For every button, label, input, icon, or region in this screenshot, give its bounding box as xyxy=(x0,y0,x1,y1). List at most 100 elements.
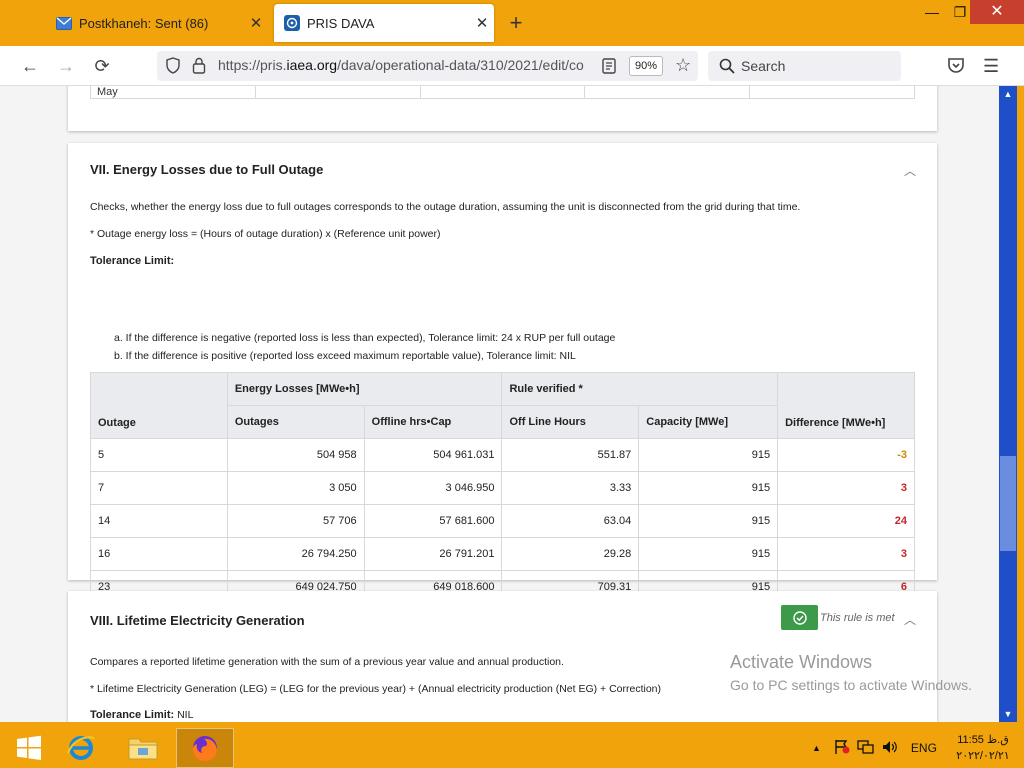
address-bar[interactable]: https://pris.iaea.org/dava/operational-d… xyxy=(157,51,698,81)
tolerance-label: Tolerance Limit: xyxy=(90,709,175,721)
table-cell-outages: 26 794.250 xyxy=(226,537,365,571)
iaea-logo-icon xyxy=(284,15,300,31)
minimize-button[interactable]: — xyxy=(918,0,946,24)
energy-losses-table: Outage Energy Losses [MWe•h] Rule verifi… xyxy=(90,372,915,604)
table-cell-capacity: 915 xyxy=(638,471,779,505)
section-description: Compares a reported lifetime generation … xyxy=(90,656,564,668)
window-close-button[interactable]: ✕ xyxy=(970,0,1024,24)
mail-icon xyxy=(56,15,72,31)
table-cell-capacity: 915 xyxy=(638,438,779,472)
reload-icon[interactable]: ⟳ xyxy=(89,54,115,78)
table-cell-outages: 504 958 xyxy=(226,438,365,472)
rule-met-badge xyxy=(781,605,818,630)
table-cell-outages: 57 706 xyxy=(226,504,365,538)
table-cell-outages: 3 050 xyxy=(226,471,365,505)
search-placeholder: Search xyxy=(741,58,786,74)
firefox-button[interactable] xyxy=(176,728,234,768)
tab-label: Postkhaneh: Sent (86) xyxy=(79,15,209,31)
internet-explorer-button[interactable] xyxy=(52,728,110,768)
bookmark-star-icon[interactable]: ☆ xyxy=(675,55,691,76)
table-cell-offline: 3 046.950 xyxy=(363,471,503,505)
time-text: ق.ظ 11:55 xyxy=(957,734,1009,746)
shield-icon[interactable] xyxy=(165,57,181,79)
table-cell: May xyxy=(90,86,256,99)
flag-icon[interactable] xyxy=(833,739,851,758)
group-header-rule-verified: Rule verified * xyxy=(501,372,779,406)
zoom-level-indicator[interactable]: 90% xyxy=(629,56,663,76)
lock-icon[interactable] xyxy=(192,57,206,79)
url-path: /dava/operational-data/310/2021/edit/co xyxy=(337,57,584,73)
column-header-offline-hours: Off Line Hours xyxy=(501,405,640,439)
table-cell-difference: -3 xyxy=(777,438,915,472)
firefox-icon xyxy=(192,736,217,762)
column-header-difference: Difference [MWe•h] xyxy=(777,372,915,439)
table-cell xyxy=(254,86,421,99)
table-cell-capacity: 915 xyxy=(638,504,779,538)
section-description: Checks, whether the energy loss due to f… xyxy=(90,201,801,213)
close-icon[interactable]: ✕ xyxy=(470,14,494,32)
table-cell-difference: 24 xyxy=(777,504,915,538)
scrollbar-thumb[interactable] xyxy=(1000,456,1016,551)
tab-postkhaneh[interactable]: Postkhaneh: Sent (86) ✕ xyxy=(46,4,268,42)
table-cell-difference: 3 xyxy=(777,471,915,505)
pocket-icon[interactable] xyxy=(947,57,965,79)
section-energy-losses-card: VII. Energy Losses due to Full Outage ︿ … xyxy=(68,143,937,604)
back-arrow-icon[interactable]: ← xyxy=(17,54,43,78)
previous-table: May xyxy=(90,86,915,99)
chevron-up-icon[interactable]: ︿ xyxy=(904,611,916,628)
table-cell-offhours: 29.28 xyxy=(501,537,640,571)
table-header-row: Outage Energy Losses [MWe•h] Rule verifi… xyxy=(90,372,915,439)
page-content: May VII. Energy Losses due to Full Outag… xyxy=(0,86,999,722)
tolerance-list: a. If the difference is negative (report… xyxy=(114,329,615,365)
windows-logo-icon xyxy=(17,735,41,760)
scroll-up-arrow-icon[interactable]: ▲ xyxy=(999,86,1017,102)
table-cell-offline: 26 791.201 xyxy=(363,537,503,571)
url-text[interactable]: https://pris.iaea.org/dava/operational-d… xyxy=(218,57,590,73)
rule-met-status: This rule is met xyxy=(820,612,895,624)
forward-arrow-icon[interactable]: → xyxy=(53,54,79,78)
tab-bar: Postkhaneh: Sent (86) ✕ PRIS DAVA ✕ + — … xyxy=(0,0,1024,46)
table-cell-offline: 57 681.600 xyxy=(363,504,503,538)
language-indicator[interactable]: ENG xyxy=(911,741,937,755)
section-formula: * Outage energy loss = (Hours of outage … xyxy=(90,228,441,240)
table-cell-offline: 504 961.031 xyxy=(363,438,503,472)
table-cell-offhours: 63.04 xyxy=(501,504,640,538)
navigation-bar: ← → ⟳ https://pris.iaea.org/dava/operati… xyxy=(0,46,1024,86)
table-cell-outage: 7 xyxy=(90,471,228,505)
url-domain: iaea.org xyxy=(286,57,338,73)
table-cell xyxy=(419,86,586,99)
table-cell-outage: 16 xyxy=(90,537,228,571)
close-icon[interactable]: ✕ xyxy=(244,14,268,32)
column-header-outages: Outages xyxy=(226,405,365,439)
table-cell xyxy=(749,86,915,99)
activate-windows-subtext: Go to PC settings to activate Windows. xyxy=(730,677,972,693)
check-circle-icon xyxy=(792,610,807,625)
volume-icon[interactable] xyxy=(881,739,899,758)
new-tab-button[interactable]: + xyxy=(504,10,528,36)
vertical-scrollbar[interactable]: ▲ ▼ xyxy=(999,86,1017,722)
tab-label: PRIS DAVA xyxy=(307,15,375,31)
file-explorer-button[interactable] xyxy=(114,728,172,768)
group-header-energy-losses: Energy Losses [MWe•h] xyxy=(226,372,503,406)
clock[interactable]: ق.ظ 11:55 ۲۰۲۲/۰۲/۲۱ xyxy=(948,732,1018,764)
folder-icon xyxy=(128,738,158,760)
table-body: 5 504 958 504 961.031 551.87 915 -3 7 3 050 3 04… xyxy=(90,438,915,604)
search-bar[interactable]: Search xyxy=(708,51,901,81)
reader-view-icon[interactable] xyxy=(602,58,616,79)
table-row: 14 57 706 57 681.600 63.04 915 24 xyxy=(90,504,915,538)
chevron-up-icon[interactable]: ︿ xyxy=(904,162,916,179)
column-header-offline: Offline hrs•Cap xyxy=(363,405,503,439)
table-row: 73 050 3 046.950 3.33 915 3 xyxy=(90,471,915,505)
table-cell-capacity: 915 xyxy=(638,537,779,571)
windows-start-button[interactable] xyxy=(0,728,58,768)
menu-hamburger-icon[interactable]: ☰ xyxy=(983,56,999,77)
date-text: ۲۰۲۲/۰۲/۲۱ xyxy=(956,750,1010,762)
network-icon[interactable] xyxy=(857,739,875,758)
table-row: 16 26 794.250 26 791.201 29.28 915 3 xyxy=(90,537,915,571)
search-icon xyxy=(719,58,735,79)
scroll-down-arrow-icon[interactable]: ▼ xyxy=(999,706,1017,722)
tolerance-label: Tolerance Limit: xyxy=(90,255,175,267)
previous-section-card: May xyxy=(68,86,937,131)
tab-pris-dava[interactable]: PRIS DAVA ✕ xyxy=(274,4,494,42)
chevron-up-icon[interactable]: ▲ xyxy=(812,743,821,753)
